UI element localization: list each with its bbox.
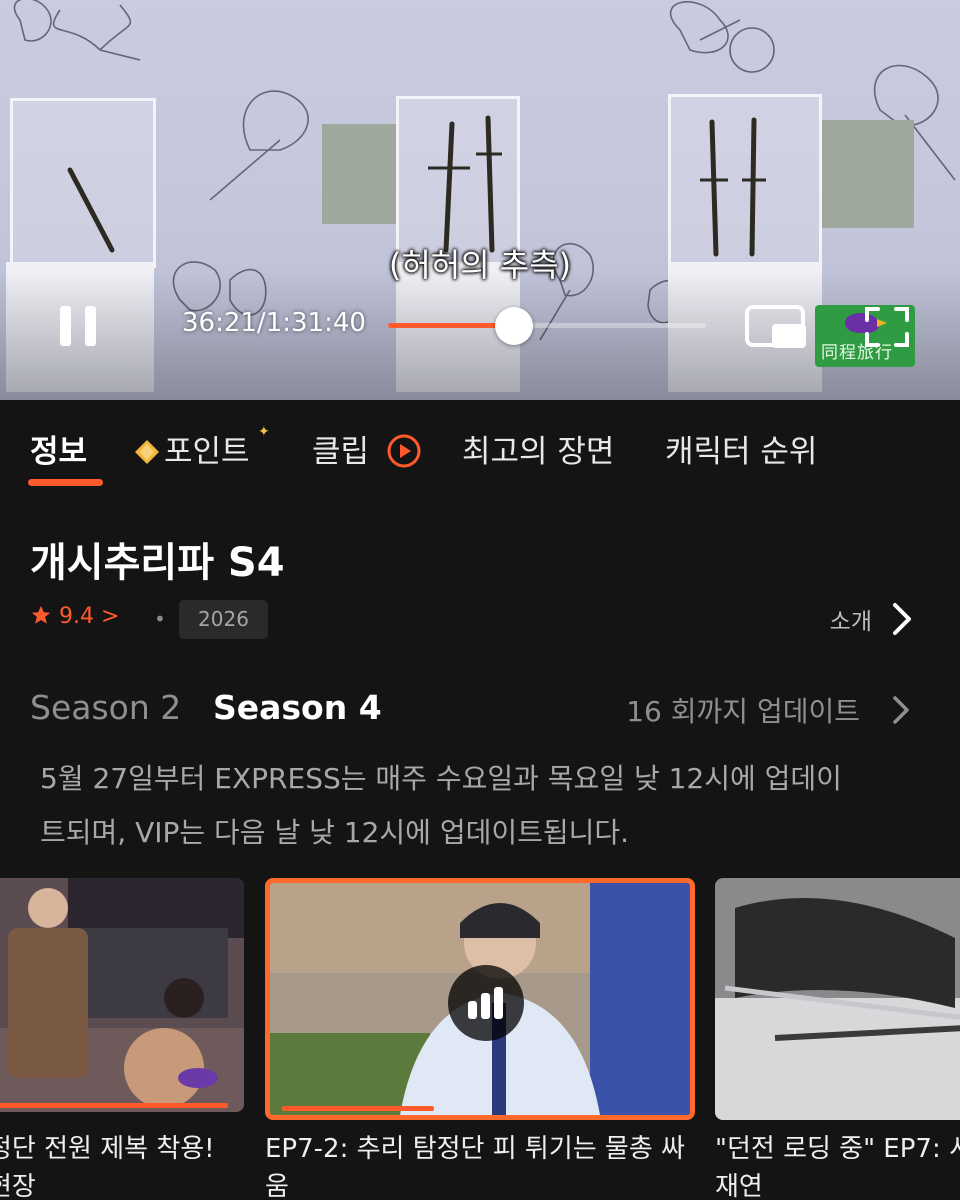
episode-thumbnail bbox=[265, 878, 695, 1120]
diamond-icon bbox=[135, 440, 159, 464]
season-2-tab[interactable]: Season 2 bbox=[30, 688, 181, 727]
episode-title: "던전 로딩 중" EP7: 서 재연 bbox=[715, 1134, 960, 1200]
equalizer-icon bbox=[468, 987, 503, 1019]
tab-points[interactable]: 포인트 bbox=[134, 426, 250, 471]
time-display: 36:21/1:31:40 bbox=[182, 308, 366, 338]
tab-bar: 정보 포인트 ✦ 클립 최고의 장면 캐릭터 순위 bbox=[0, 400, 960, 500]
progress-bar[interactable] bbox=[388, 307, 706, 345]
tab-best-scenes[interactable]: 최고의 장면 bbox=[462, 426, 614, 471]
episode-thumbnail bbox=[0, 878, 244, 1112]
now-playing-badge bbox=[448, 965, 524, 1041]
show-title: 개시추리파 S4 bbox=[30, 540, 285, 586]
rating-value: 9.4 bbox=[59, 604, 94, 629]
update-schedule: 5월 27일부터 EXPRESS는 매주 수요일과 목요일 낮 12시에 업데이… bbox=[40, 762, 842, 849]
video-subtitle: (허허의 추측) bbox=[388, 246, 572, 284]
pause-icon bbox=[60, 306, 71, 346]
separator-dot: • bbox=[154, 607, 166, 631]
video-player[interactable]: (허허의 추측) 36:21/1:31:40 同程旅行 bbox=[0, 0, 960, 400]
sparkle-icon: ✦ bbox=[258, 424, 270, 440]
rating[interactable]: 9.4 > bbox=[30, 604, 119, 629]
active-tab-indicator bbox=[28, 479, 103, 486]
pause-button[interactable] bbox=[58, 306, 100, 348]
chevron-right-icon[interactable] bbox=[890, 601, 914, 637]
update-info[interactable]: 16 회까지 업데이트 bbox=[626, 690, 860, 730]
episode-list: 정단 전원 제복 착용! 현장 bbox=[0, 878, 960, 1200]
episode-progress bbox=[282, 1106, 434, 1111]
tab-clips[interactable]: 클립 bbox=[312, 426, 421, 471]
episode-title: EP7-2: 추리 탐정단 피 튀기는 물총 싸 움 bbox=[265, 1134, 685, 1200]
tab-character-ranking[interactable]: 캐릭터 순위 bbox=[665, 426, 817, 471]
circle-play-icon bbox=[387, 434, 421, 468]
star-icon bbox=[31, 605, 51, 624]
fullscreen-icon[interactable] bbox=[864, 306, 910, 348]
episode-progress bbox=[0, 1103, 228, 1108]
season-4-tab[interactable]: Season 4 bbox=[213, 688, 382, 727]
tab-info[interactable]: 정보 bbox=[30, 426, 87, 471]
episode-title: 정단 전원 제복 착용! 현장 bbox=[0, 1134, 215, 1200]
rating-chevron: > bbox=[101, 604, 120, 629]
progress-knob[interactable] bbox=[495, 307, 534, 345]
picture-in-picture-icon[interactable] bbox=[744, 304, 808, 350]
episode-thumbnail bbox=[715, 878, 960, 1120]
year-chip: 2026 bbox=[179, 600, 268, 639]
chevron-right-icon[interactable] bbox=[890, 694, 912, 726]
intro-link[interactable]: 소개 bbox=[830, 602, 872, 636]
